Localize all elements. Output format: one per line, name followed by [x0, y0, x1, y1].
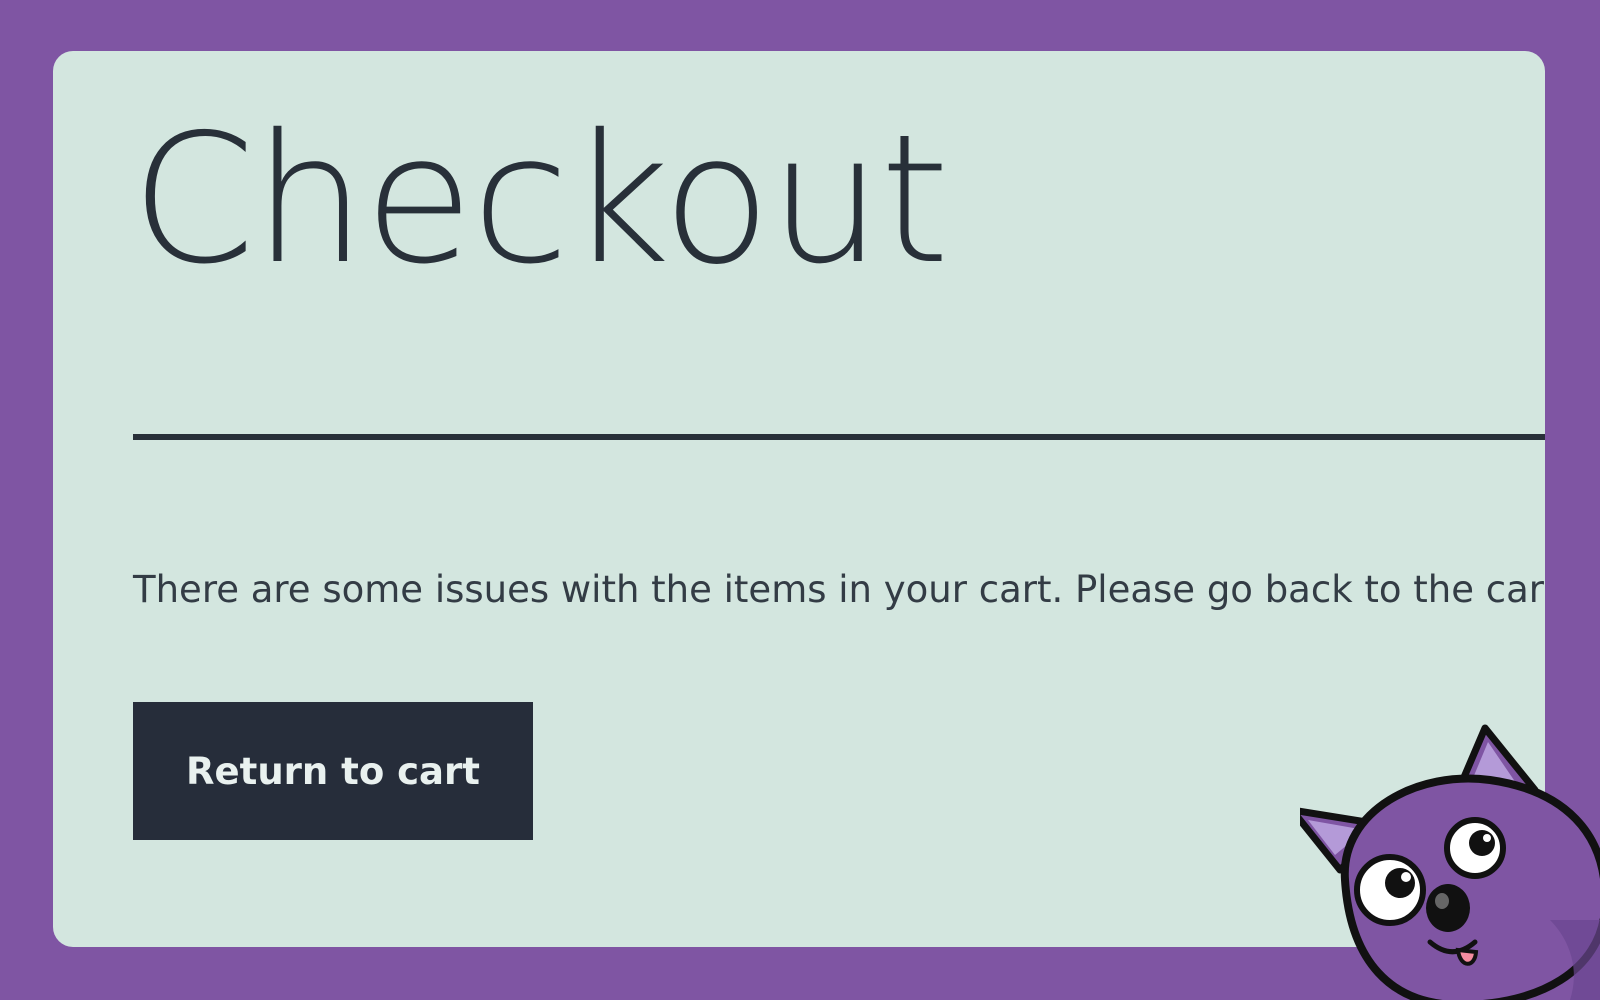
page-title: Checkout [131, 96, 950, 303]
cart-issue-message: There are some issues with the items in … [133, 568, 1545, 611]
return-to-cart-button[interactable]: Return to cart [133, 702, 533, 840]
page-frame: Checkout There are some issues with the … [0, 0, 1600, 1000]
title-divider [133, 434, 1545, 440]
mascot-icon [1300, 724, 1600, 1000]
